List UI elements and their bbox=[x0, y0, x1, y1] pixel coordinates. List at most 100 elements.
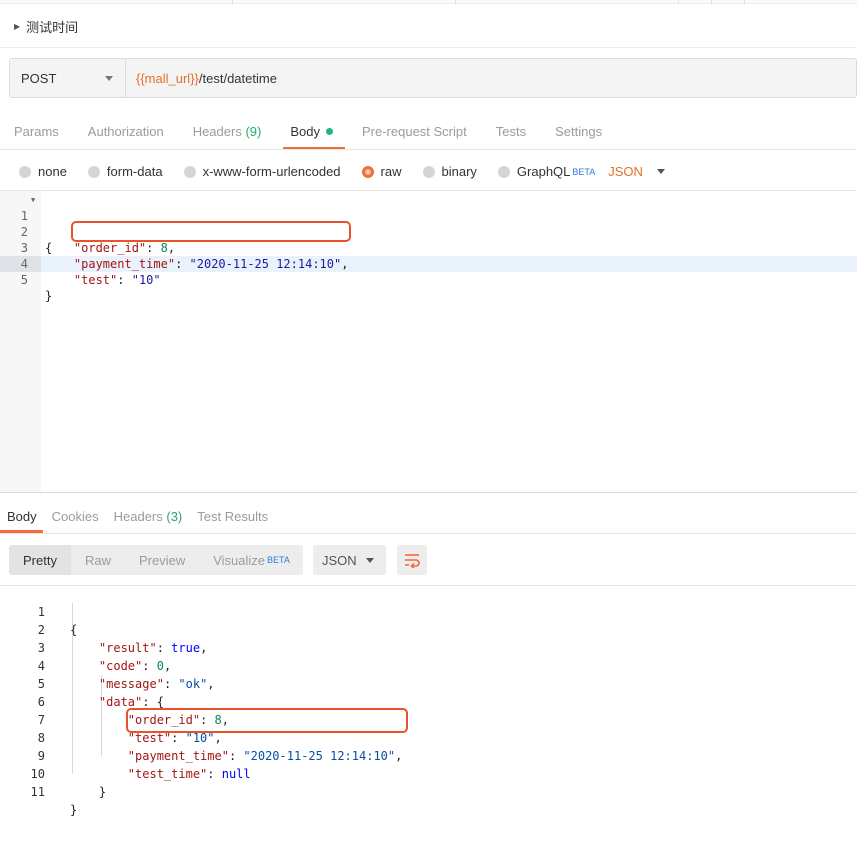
json-key: "order_id" bbox=[73, 241, 147, 255]
tab-body[interactable]: Body bbox=[290, 124, 333, 139]
json-key: "payment_time" bbox=[73, 257, 176, 271]
response-line: 9 "test_time": null bbox=[0, 729, 251, 781]
editor-line: 4 "test": "10" bbox=[0, 240, 161, 287]
tab-label: Body bbox=[7, 509, 37, 524]
tab-response-headers[interactable]: Headers (3) bbox=[114, 509, 183, 524]
json-key: "test" bbox=[127, 731, 172, 745]
visualize-label: Visualize bbox=[213, 552, 266, 568]
view-visualize-button[interactable]: Visualize BETA bbox=[199, 545, 304, 575]
editor-line: 5 } bbox=[0, 256, 52, 303]
response-format-select[interactable]: JSON bbox=[313, 545, 386, 575]
radio-label: binary bbox=[441, 164, 477, 179]
radio-circle-icon bbox=[422, 165, 435, 178]
request-name-label: 测试时间 bbox=[26, 20, 79, 35]
radio-graphql[interactable]: GraphQL BETA bbox=[497, 164, 596, 179]
response-line: 5 "data": { bbox=[0, 657, 164, 709]
response-line: 8 "payment_time": "2020-11-25 12:14:10", bbox=[0, 711, 403, 763]
tab-label: Body bbox=[290, 124, 320, 139]
line-number: 5 bbox=[20, 273, 28, 287]
tab-label: Authorization bbox=[87, 124, 164, 139]
radio-raw[interactable]: raw bbox=[361, 164, 402, 179]
headers-count-badge: (9) bbox=[245, 124, 262, 139]
tab-label: Headers bbox=[192, 124, 242, 139]
json-key: "test" bbox=[73, 273, 118, 287]
tab-cookies[interactable]: Cookies bbox=[52, 509, 99, 524]
chevron-down-icon bbox=[105, 75, 113, 81]
json-key: "result" bbox=[98, 641, 157, 655]
fold-arrow-icon[interactable]: ▼ bbox=[31, 192, 35, 208]
radio-x-www-form-urlencoded[interactable]: x-www-form-urlencoded bbox=[183, 164, 341, 179]
json-value: "2020-11-25 12:14:10" bbox=[189, 257, 342, 271]
pane-splitter[interactable] bbox=[0, 492, 857, 493]
tab-label: Settings bbox=[555, 124, 603, 139]
json-value: "2020-11-25 12:14:10" bbox=[243, 749, 396, 763]
chevron-down-icon bbox=[656, 169, 665, 174]
tab-label: Tests bbox=[495, 124, 527, 139]
view-raw-button[interactable]: Raw bbox=[71, 545, 125, 575]
view-pretty-button[interactable]: Pretty bbox=[9, 545, 71, 575]
radio-none[interactable]: none bbox=[19, 164, 67, 179]
radio-label: x-www-form-urlencoded bbox=[202, 164, 341, 179]
json-key: "code" bbox=[98, 659, 143, 673]
radio-circle-icon bbox=[497, 165, 510, 178]
raw-format-label: JSON bbox=[608, 164, 643, 179]
method-select[interactable]: POST bbox=[10, 59, 126, 97]
chevron-down-icon bbox=[366, 557, 374, 563]
beta-badge: BETA bbox=[572, 166, 596, 177]
tab-response-body[interactable]: Body bbox=[7, 509, 37, 524]
collapse-triangle-icon[interactable]: ▶ bbox=[14, 22, 20, 31]
url-bar: POST {{mall_url}}/test/datetime bbox=[9, 58, 857, 98]
response-line: 10 } bbox=[0, 747, 107, 799]
tab-pre-request-script[interactable]: Pre-request Script bbox=[362, 124, 467, 139]
tab-label: Params bbox=[14, 124, 59, 139]
tab-headers[interactable]: Headers (9) bbox=[193, 124, 262, 139]
response-line: 3 "code": 0, bbox=[0, 621, 171, 673]
tab-settings[interactable]: Settings bbox=[555, 124, 602, 139]
json-key: "data" bbox=[98, 695, 143, 709]
response-line: 11 } bbox=[0, 765, 78, 817]
radio-label: form-data bbox=[106, 164, 163, 179]
view-mode-bar: Pretty Raw Preview Visualize BETA bbox=[9, 545, 303, 575]
radio-circle-icon bbox=[183, 165, 196, 178]
url-path: /test/datetime bbox=[198, 70, 277, 86]
beta-badge: BETA bbox=[267, 555, 290, 565]
divider bbox=[0, 149, 857, 150]
divider bbox=[0, 47, 857, 48]
json-key: "message" bbox=[98, 677, 164, 691]
editor-line: 3 "payment_time": "2020-11-25 12:14:10", bbox=[0, 224, 349, 271]
tab-label: Pre-request Script bbox=[361, 124, 467, 139]
brace: } bbox=[45, 289, 53, 303]
json-value: "10" bbox=[185, 731, 215, 745]
radio-form-data[interactable]: form-data bbox=[87, 164, 163, 179]
radio-binary[interactable]: binary bbox=[422, 164, 477, 179]
response-line: 7 "test": "10", bbox=[0, 693, 222, 745]
tab-test-results[interactable]: Test Results bbox=[197, 509, 268, 524]
view-preview-button[interactable]: Preview bbox=[125, 545, 199, 575]
json-value: true bbox=[171, 641, 201, 655]
divider bbox=[0, 533, 857, 534]
editor-line: 2 "order_id": 8, bbox=[0, 208, 175, 255]
response-line: 6 "order_id": 8, bbox=[0, 675, 229, 727]
raw-format-select[interactable]: JSON bbox=[608, 164, 665, 179]
tab-authorization[interactable]: Authorization bbox=[88, 124, 164, 139]
json-value: "10" bbox=[131, 273, 161, 287]
tab-label: Headers bbox=[113, 509, 163, 524]
json-value: null bbox=[221, 767, 251, 781]
tab-tests[interactable]: Tests bbox=[496, 124, 526, 139]
tab-label: Cookies bbox=[51, 509, 99, 524]
tab-label: Test Results bbox=[197, 509, 269, 524]
editor-line: 1 ▼ { bbox=[0, 192, 52, 255]
radio-selected-icon bbox=[361, 165, 374, 178]
line-number: 11 bbox=[30, 785, 45, 799]
request-tabs: Params Authorization Headers (9) Body Pr… bbox=[14, 124, 631, 139]
wrap-lines-button[interactable] bbox=[397, 545, 427, 575]
url-input[interactable]: {{mall_url}}/test/datetime bbox=[126, 59, 277, 97]
radio-circle-icon bbox=[87, 165, 100, 178]
response-line: 1 { bbox=[0, 585, 77, 637]
radio-label: none bbox=[38, 164, 67, 179]
highlight-box bbox=[126, 708, 408, 733]
brace: } bbox=[70, 803, 78, 817]
method-label: POST bbox=[21, 70, 57, 86]
request-name[interactable]: ▶ 测试时间 bbox=[14, 17, 78, 36]
tab-params[interactable]: Params bbox=[14, 124, 59, 139]
